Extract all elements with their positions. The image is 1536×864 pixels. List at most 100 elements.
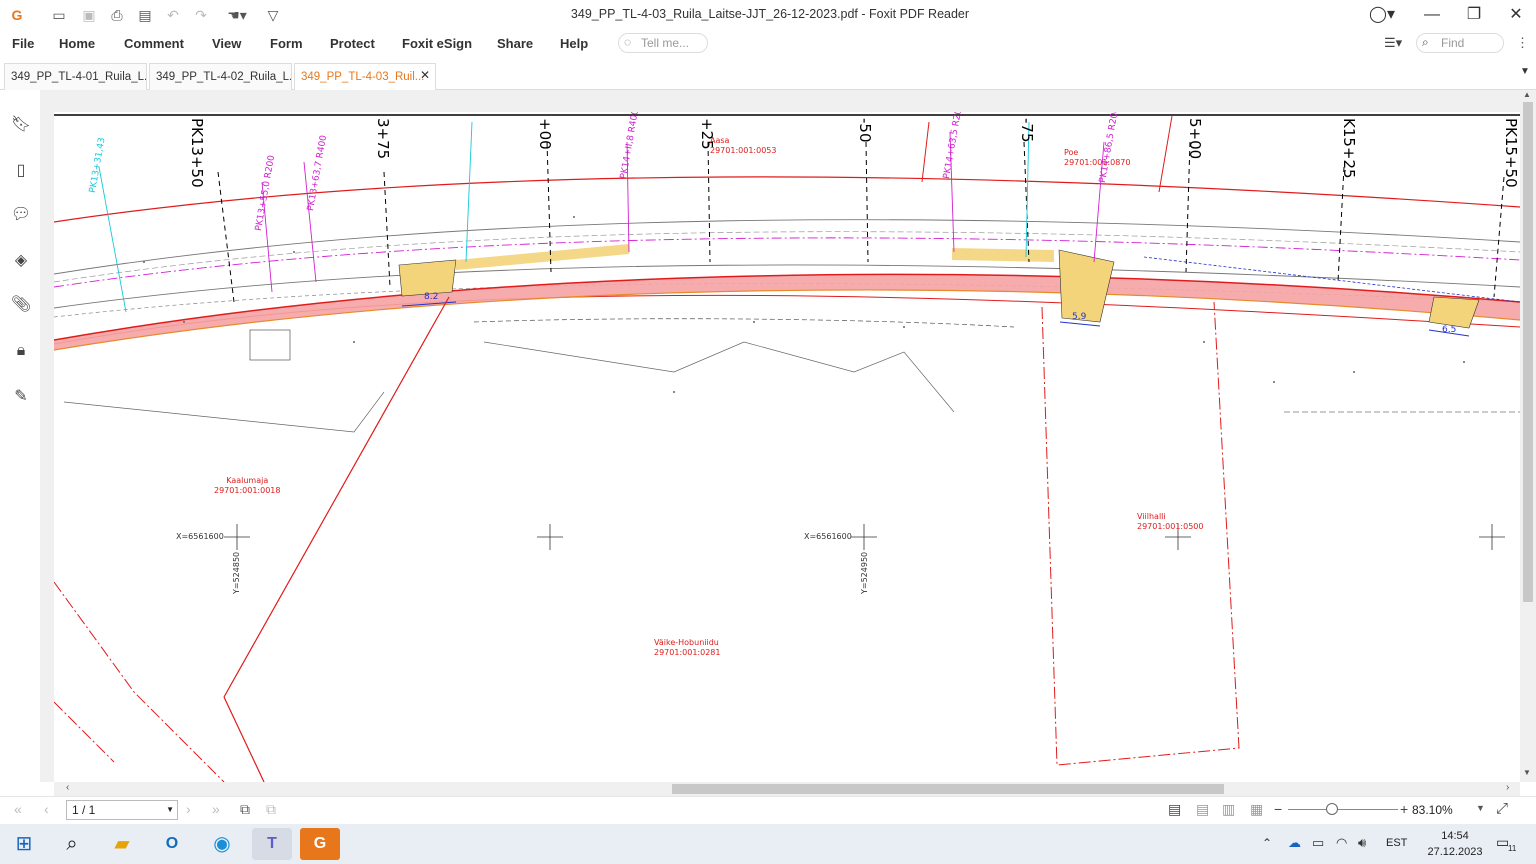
redo-icon[interactable]: ↷ bbox=[190, 5, 212, 25]
grid-coordinate-label: X=6561600 bbox=[176, 532, 224, 541]
pages-icon[interactable]: ▯ bbox=[10, 160, 32, 182]
zoom-out-icon[interactable]: − bbox=[1274, 801, 1282, 817]
foxit-logo-icon: G bbox=[11, 7, 23, 23]
horizontal-scrollbar[interactable]: ‹ › bbox=[54, 782, 1520, 796]
restore-button[interactable]: ❐ bbox=[1454, 2, 1494, 28]
tab-list-chevron-icon[interactable]: ▼ bbox=[1520, 66, 1530, 77]
minimize-button[interactable]: — bbox=[1412, 2, 1452, 28]
print-icon[interactable]: ⎙ bbox=[106, 5, 128, 25]
parcel-label: Väike-Hobuniidu 29701:001:0281 bbox=[654, 638, 721, 657]
volume-icon[interactable]: 🔊︎ bbox=[1358, 835, 1366, 851]
menu-share[interactable]: Share bbox=[497, 36, 533, 51]
menu-file[interactable]: File bbox=[12, 36, 34, 51]
layers-icon[interactable]: ◈ bbox=[10, 250, 32, 272]
teams-icon[interactable]: T bbox=[252, 828, 292, 860]
edge-icon[interactable]: ◉ bbox=[202, 828, 242, 860]
wifi-icon[interactable]: ◠ bbox=[1336, 835, 1347, 851]
security-icon[interactable]: 🔒︎ bbox=[10, 340, 32, 362]
menu-comment[interactable]: Comment bbox=[124, 36, 184, 51]
scroll-right-icon[interactable]: › bbox=[1506, 782, 1509, 793]
dimension-label: 6.5 bbox=[1442, 325, 1457, 335]
outlook-icon[interactable]: O bbox=[152, 828, 192, 860]
page-number-field[interactable]: 1 / 1 ▼ bbox=[66, 800, 178, 820]
road-plan-drawing bbox=[54, 114, 1520, 782]
single-page-icon[interactable]: ▤ bbox=[1168, 801, 1181, 818]
undo-icon[interactable]: ↶ bbox=[162, 5, 184, 25]
dimension-label: 8.2 bbox=[424, 292, 439, 302]
pdf-page[interactable]: PK13+50 3+75 +00 +25 -50 -75 5+00 K15+25… bbox=[54, 112, 1520, 782]
status-bar: « ‹ › » ⧉ ⧉ ▤ ▤ ▥ ▦ − + ▼ ⤢ bbox=[0, 796, 1536, 824]
last-page-icon[interactable]: » bbox=[212, 801, 220, 817]
menu-protect[interactable]: Protect bbox=[330, 36, 375, 51]
attachments-icon[interactable]: 📎︎ bbox=[10, 294, 32, 316]
title-bar: G ▭ ▣ ⎙ ▤ ↶ ↷ ☚▾ ▽ 349_PP_TL-4-03_Ruila_… bbox=[0, 0, 1536, 30]
foxit-taskbar-icon[interactable]: G bbox=[300, 828, 340, 860]
file-explorer-icon[interactable]: ▰ bbox=[102, 828, 142, 860]
page-number-value: 1 / 1 bbox=[72, 803, 96, 817]
window-title: 349_PP_TL-4-03_Ruila_Laitse-JJT_26-12-20… bbox=[570, 7, 970, 21]
copy-page-icon[interactable]: ⧉ bbox=[240, 801, 250, 818]
show-hidden-icons-icon[interactable]: ⌃ bbox=[1262, 836, 1272, 850]
menu-help[interactable]: Help bbox=[560, 36, 588, 51]
customize-quick-access-icon[interactable]: ▽ bbox=[262, 5, 284, 25]
scroll-left-icon[interactable]: ‹ bbox=[66, 782, 69, 793]
tab-document-3[interactable]: 349_PP_TL-4-03_Ruil... bbox=[294, 63, 436, 90]
search-options-icon[interactable]: ☰▾ bbox=[1384, 35, 1402, 51]
station-label: PK15+50 bbox=[1502, 118, 1520, 188]
scroll-down-icon[interactable]: ▼ bbox=[1523, 768, 1531, 777]
continuous-facing-icon[interactable]: ▦ bbox=[1250, 801, 1263, 818]
grid-coordinate-label: Y=524850 bbox=[232, 551, 241, 594]
previous-page-icon[interactable]: ‹ bbox=[44, 801, 49, 817]
zoom-level[interactable]: 83.10% bbox=[1412, 800, 1486, 820]
tell-me-input[interactable]: Tell me... bbox=[618, 33, 708, 53]
page-dropdown-icon[interactable]: ▼ bbox=[166, 801, 174, 819]
hand-tool-icon[interactable]: ☚▾ bbox=[222, 5, 252, 25]
lightbulb-icon: ◌ bbox=[624, 35, 632, 49]
menu-bar: File Home Comment View Form Protect Foxi… bbox=[0, 30, 1536, 58]
scroll-up-icon[interactable]: ▲ bbox=[1523, 90, 1531, 99]
paste-page-icon[interactable]: ⧉ bbox=[266, 801, 276, 818]
document-tab-bar: 349_PP_TL-4-01_Ruila_L... 349_PP_TL-4-02… bbox=[0, 62, 1536, 90]
save-icon[interactable]: ▣ bbox=[78, 5, 100, 25]
parcel-label: Kaalumaja 29701:001:0018 bbox=[214, 476, 281, 495]
vertical-scrollbar[interactable]: ▲ ▼ bbox=[1520, 90, 1536, 782]
parcel-label: Viilhalli 29701:001:0500 bbox=[1137, 512, 1204, 531]
clock[interactable]: 14:54 27.12.2023 bbox=[1420, 828, 1490, 860]
facing-page-icon[interactable]: ▥ bbox=[1222, 801, 1235, 818]
dimension-label: 5.9 bbox=[1072, 312, 1087, 322]
tab-document-2[interactable]: 349_PP_TL-4-02_Ruila_L... bbox=[149, 63, 292, 90]
tab-document-1[interactable]: 349_PP_TL-4-01_Ruila_L... bbox=[4, 63, 147, 90]
find-input[interactable]: Find bbox=[1416, 33, 1504, 53]
parcel-label: Aasa 29701:001:0053 bbox=[710, 136, 777, 155]
start-icon[interactable]: ⊞ bbox=[4, 828, 44, 860]
grid-coordinate-label: Y=524950 bbox=[860, 551, 869, 594]
onedrive-icon[interactable]: ☁ bbox=[1288, 835, 1301, 851]
account-icon[interactable]: ◯▾ bbox=[1362, 2, 1402, 28]
search-icon[interactable]: ⌕ bbox=[52, 828, 92, 860]
zoom-in-icon[interactable]: + bbox=[1400, 801, 1408, 817]
vertical-scroll-thumb[interactable] bbox=[1523, 102, 1533, 602]
first-page-icon[interactable]: « bbox=[14, 801, 22, 817]
full-screen-icon[interactable]: ⤢ bbox=[1496, 800, 1508, 817]
continuous-page-icon[interactable]: ▤ bbox=[1196, 801, 1209, 818]
close-tab-icon[interactable]: ✕ bbox=[420, 68, 430, 82]
bookmark-icon[interactable]: 🔖︎ bbox=[10, 114, 32, 136]
new-document-icon[interactable]: ▤ bbox=[134, 5, 156, 25]
horizontal-scroll-thumb[interactable] bbox=[672, 784, 1224, 794]
close-button[interactable]: ✕ bbox=[1496, 2, 1536, 28]
station-label: 3+75 bbox=[374, 118, 392, 160]
zoom-slider-track[interactable] bbox=[1288, 809, 1398, 810]
menu-home[interactable]: Home bbox=[59, 36, 95, 51]
signature-icon[interactable]: ✎ bbox=[10, 386, 32, 408]
zoom-slider-handle[interactable] bbox=[1326, 803, 1338, 815]
menu-foxit-esign[interactable]: Foxit eSign bbox=[402, 36, 472, 51]
input-language[interactable]: EST bbox=[1386, 837, 1407, 849]
open-icon[interactable]: ▭ bbox=[48, 5, 70, 25]
station-label: +00 bbox=[536, 118, 554, 150]
comments-icon[interactable]: 💬︎ bbox=[10, 204, 32, 226]
menu-view[interactable]: View bbox=[212, 36, 241, 51]
more-options-icon[interactable]: ⋮ bbox=[1516, 35, 1529, 51]
menu-form[interactable]: Form bbox=[270, 36, 303, 51]
battery-icon[interactable]: ▭ bbox=[1312, 835, 1324, 851]
next-page-icon[interactable]: › bbox=[186, 801, 191, 817]
